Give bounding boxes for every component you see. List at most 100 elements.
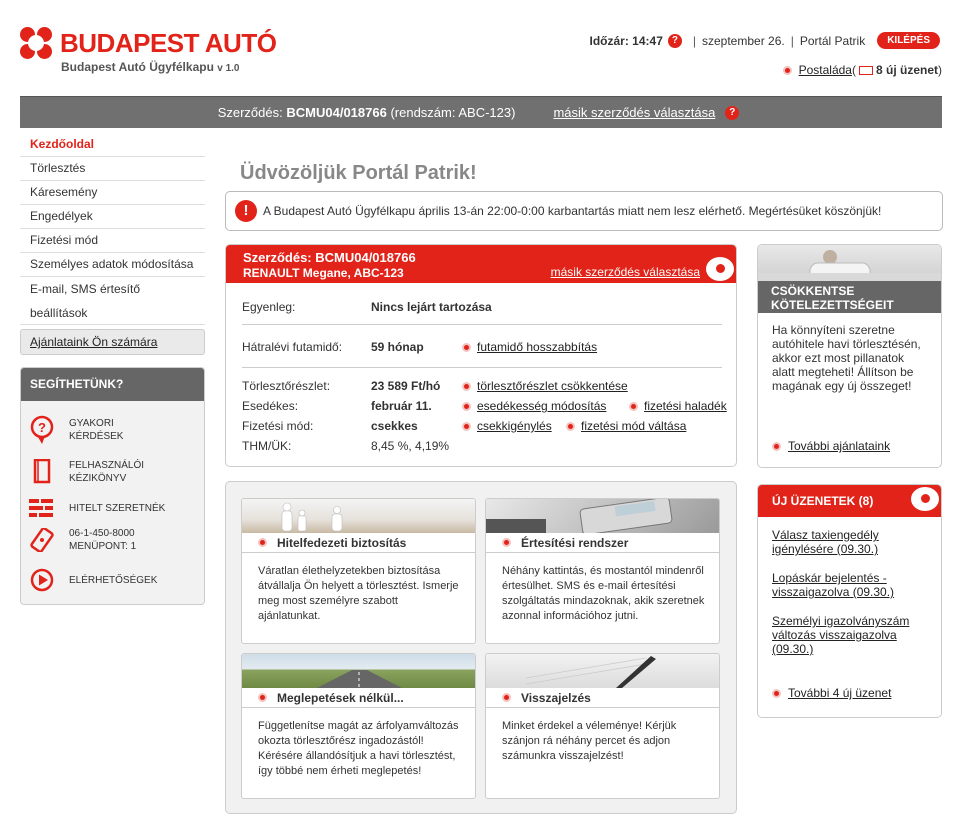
help-icon[interactable]: ? — [725, 105, 740, 120]
due-value: február 11. — [371, 399, 432, 413]
divider — [242, 324, 722, 325]
session-timer: Időzár: 14:47 — [589, 33, 663, 48]
bullet-icon — [502, 538, 511, 547]
bullet-icon — [772, 688, 781, 698]
book-icon — [29, 458, 55, 486]
thm-value: 8,45 %, 4,19% — [371, 439, 450, 453]
user-name: Portál Patrik — [799, 33, 866, 48]
balance-value: Nincs lejárt tartozása — [371, 300, 492, 314]
offer-card-fixed-rate[interactable]: Meglepetések nélkül... Függetlenítse mag… — [241, 653, 476, 799]
divider: | — [692, 33, 696, 48]
message-item[interactable]: Válasz taxiengedély igénylésére (09.30.) — [772, 528, 941, 556]
divider: | — [790, 33, 794, 48]
nav-item-payment-method[interactable]: Fizetési mód — [20, 229, 205, 253]
offer-title: Visszajelzés — [486, 688, 719, 708]
installment-label: Törlesztőrészlet: — [242, 379, 331, 393]
session-bar: Időzár: 14:47 ? | szeptember 26. | Portá… — [590, 32, 940, 49]
portal-subtitle: Budapest Autó Ügyfélkapu v 1.0 — [61, 60, 240, 74]
request-cheque-link[interactable]: csekkigénylés — [477, 419, 552, 433]
contract-bar: Szerződés: BCMU04/018766 (rendszám: ABC-… — [20, 96, 942, 128]
bullet-icon — [629, 401, 638, 411]
due-label: Esedékes: — [242, 399, 299, 413]
contract-header: Szerződés: BCMU04/018766 RENAULT Megane,… — [226, 245, 736, 283]
manual-label-2: KÉZIKÖNYV — [69, 473, 127, 484]
new-messages-box: ÚJ ÜZENETEK (8) Válasz taxiengedély igén… — [757, 484, 942, 718]
message-item[interactable]: Lopáskár bejelentés - visszaigazolva (09… — [772, 571, 941, 599]
promo-title-1: CSÖKKENTSE — [771, 284, 855, 298]
nav-label-line2: beállítások — [30, 306, 88, 320]
change-due-link[interactable]: esedékesség módosítás — [477, 399, 606, 413]
thm-label: THM/ÜK: — [242, 439, 292, 453]
bullet-icon — [462, 342, 471, 352]
extend-term-link[interactable]: futamidő hosszabbítás — [477, 340, 597, 354]
nav-item-claims[interactable]: Káresemény — [20, 181, 205, 205]
contract-number: BCMU04/018766 — [286, 105, 387, 120]
message-item[interactable]: Személyi igazolványszám változás visszai… — [772, 614, 941, 656]
nav-item-home[interactable]: Kezdőoldal — [20, 133, 205, 157]
bullet-icon — [782, 65, 792, 75]
request-cheque-action[interactable]: csekkigénylés — [462, 419, 552, 433]
new-messages-count[interactable]: 8 új üzenet — [876, 63, 938, 77]
more-offers-action[interactable]: További ajánlataink — [772, 439, 890, 453]
faq-label-1: GYAKORI — [69, 418, 114, 429]
offer-title: Hitelfedezeti biztosítás — [242, 533, 475, 553]
loan-link[interactable]: HITELT SZERETNÉK — [29, 494, 165, 522]
loan-label: HITELT SZERETNÉK — [69, 502, 166, 514]
phone-link[interactable]: 06-1-450-8000 MENÜPONT: 1 — [29, 526, 136, 554]
change-due-action[interactable]: esedékesség módosítás — [462, 399, 606, 413]
offer-title-text: Értesítési rendszer — [521, 535, 629, 550]
logout-button[interactable]: KILÉPÉS — [877, 32, 940, 49]
term-value: 59 hónap — [371, 340, 424, 354]
mailbox-link[interactable]: Postaláda — [799, 63, 852, 77]
more-messages-action[interactable]: További 4 új üzenet — [772, 686, 891, 700]
nav-item-notifications[interactable]: E-mail, SMS értesítő beállítások — [20, 277, 205, 325]
promo-text: Ha könnyíteni szeretne autóhitele havi t… — [772, 323, 921, 393]
left-nav: Kezdőoldal Törlesztés Káresemény Engedél… — [20, 133, 205, 355]
help-icon[interactable]: ? — [667, 33, 682, 48]
nav-item-permits[interactable]: Engedélyek — [20, 205, 205, 229]
nav-item-personal-data[interactable]: Személyes adatok módosítása — [20, 253, 205, 277]
offers-panel: Hitelfedezeti biztosítás Váratlan élethe… — [225, 481, 737, 814]
road-image — [242, 654, 475, 688]
offers-button[interactable]: Ajánlataink Ön számára — [20, 329, 205, 355]
contract-title: Szerződés: BCMU04/018766 — [243, 250, 416, 265]
change-contract-link[interactable]: másik szerződés választása — [553, 105, 715, 120]
phone-icon — [29, 526, 55, 554]
payment-delay-action[interactable]: fizetési haladék — [629, 399, 727, 413]
reduce-installment-action[interactable]: törlesztőrészlet csökkentése — [462, 379, 628, 393]
manual-link[interactable]: FELHASZNÁLÓI KÉZIKÖNYV — [29, 458, 144, 486]
offer-text: Váratlan élethelyzetekben biztosítása át… — [258, 565, 459, 622]
phone-menu: MENÜPONT: 1 — [69, 541, 137, 552]
speech-bubble-icon — [706, 257, 734, 281]
installment-value: 23 589 Ft/hó — [371, 379, 441, 393]
change-payment-method-link[interactable]: fizetési mód váltása — [581, 419, 686, 433]
question-bubble-icon: ? — [29, 415, 55, 444]
change-payment-method-action[interactable]: fizetési mód váltása — [566, 419, 686, 433]
offer-card-notifications[interactable]: Értesítési rendszer Néhány kattintás, és… — [485, 498, 720, 644]
brand-logo[interactable]: BUDAPEST AUTÓ — [20, 27, 277, 59]
change-contract-link[interactable]: másik szerződés választása — [551, 265, 700, 279]
phone-keyboard-image — [486, 499, 719, 536]
contacts-link[interactable]: ELÉRHETŐSÉGEK — [29, 566, 157, 594]
messages-header: ÚJ ÜZENETEK (8) — [758, 485, 941, 517]
maintenance-notice: ! A Budapest Autó Ügyfélkapu április 13-… — [225, 191, 943, 231]
subtitle-text: Budapest Autó Ügyfélkapu — [61, 60, 214, 74]
offer-title-text: Visszajelzés — [521, 690, 591, 705]
offer-card-insurance[interactable]: Hitelfedezeti biztosítás Váratlan élethe… — [241, 498, 476, 644]
faq-link[interactable]: ? GYAKORI KÉRDÉSEK — [29, 415, 123, 444]
nav-item-repayment[interactable]: Törlesztés — [20, 157, 205, 181]
reduce-installment-link[interactable]: törlesztőrészlet csökkentése — [477, 379, 628, 393]
offer-card-feedback[interactable]: Visszajelzés Minket érdekel a véleménye!… — [485, 653, 720, 799]
extend-term-action[interactable]: futamidő hosszabbítás — [462, 340, 597, 354]
payment-delay-link[interactable]: fizetési haladék — [644, 399, 727, 413]
term-label: Hátralévi futamidő: — [242, 340, 343, 354]
more-offers-link[interactable]: További ajánlataink — [788, 439, 890, 453]
balance-label: Egyenleg: — [242, 300, 296, 314]
speech-bubble-icon — [911, 487, 939, 511]
svg-text:?: ? — [38, 420, 46, 435]
more-messages-link[interactable]: További 4 új üzenet — [788, 686, 891, 700]
offer-text: Függetlenítse magát az árfolyamváltozás … — [258, 720, 459, 777]
help-title: SEGÍTHETÜNK? — [21, 368, 204, 401]
payment-method-label: Fizetési mód: — [242, 419, 314, 433]
contract-plate: (rendszám: ABC-123) — [390, 105, 516, 120]
